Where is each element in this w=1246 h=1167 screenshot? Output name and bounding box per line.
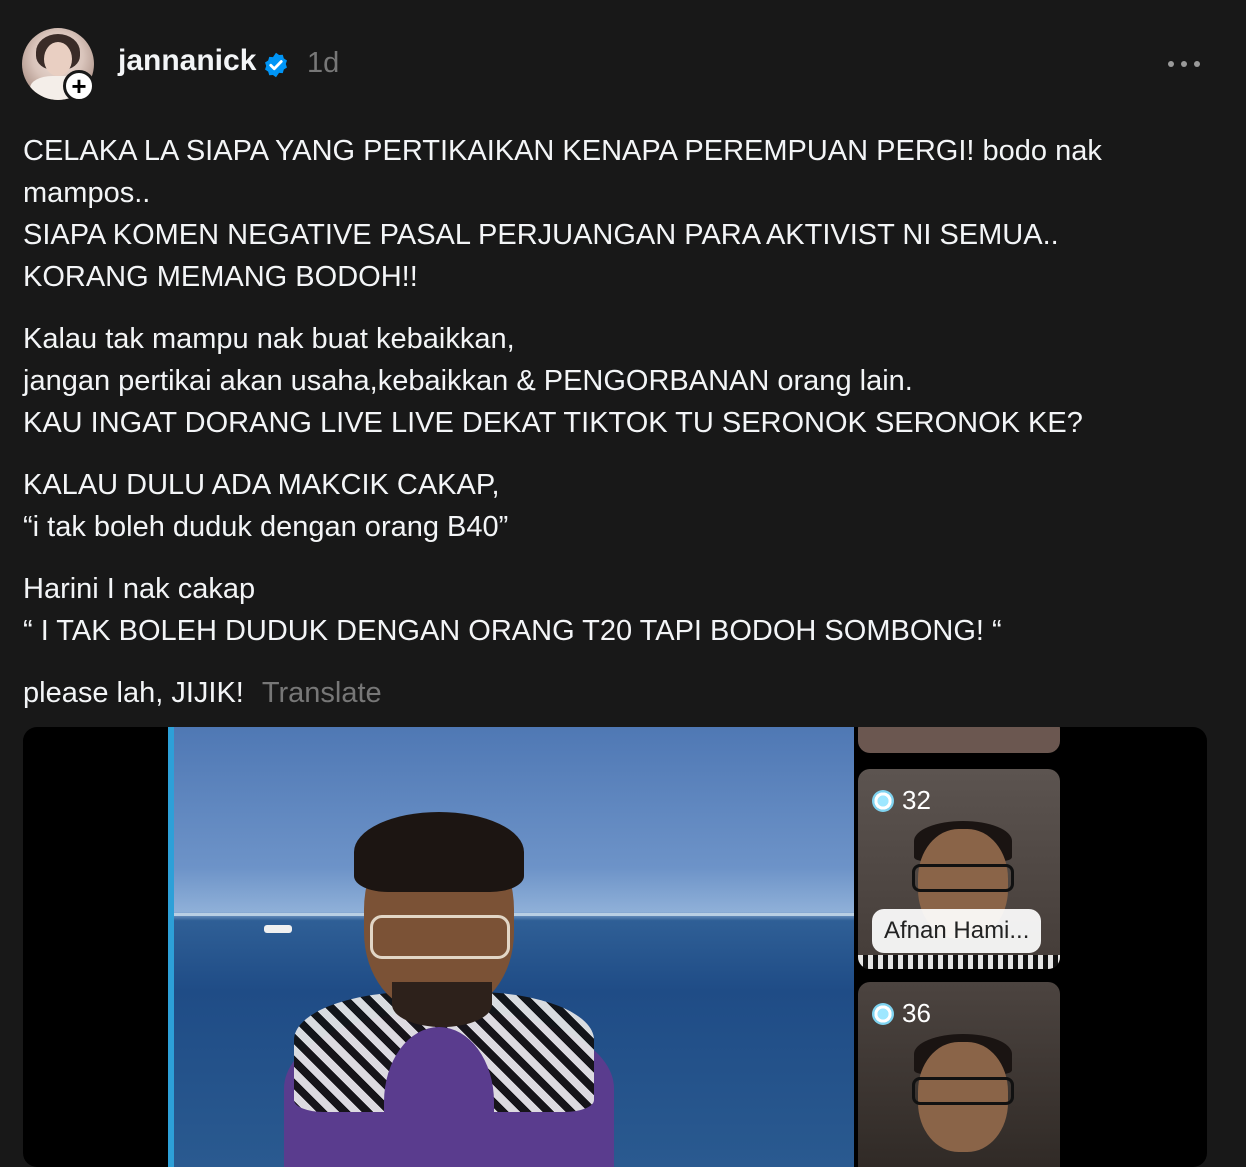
participant-rank-badge: 36 — [872, 998, 931, 1029]
participant-tile: 32 Afnan Hami... — [858, 769, 1060, 969]
post-timestamp: 1d — [307, 47, 340, 79]
post-video[interactable]: 32 Afnan Hami... 36 — [23, 727, 1207, 1167]
caption-last-line: please lah, JIJIK! — [23, 677, 244, 709]
caption-line: KALAU DULU ADA MAKCIK CAKAP, — [23, 469, 500, 501]
participant-rank-badge: 32 — [872, 785, 931, 816]
rank-count: 32 — [902, 785, 931, 815]
participant-glasses — [912, 864, 1014, 892]
participant-name: Afnan Hami... — [872, 909, 1042, 953]
more-options-icon[interactable] — [1168, 52, 1200, 76]
participant-sidebar: 32 Afnan Hami... 36 — [855, 727, 1065, 1167]
caption-line: CELAKA LA SIAPA YANG PERTIKAIKAN KENAPA … — [23, 135, 1102, 167]
video-main-speaker — [168, 727, 854, 1167]
post-caption: CELAKA LA SIAPA YANG PERTIKAIKAN KENAPA … — [23, 130, 1213, 734]
sea-horizon — [174, 913, 854, 916]
speaker-glasses — [370, 915, 510, 959]
caption-line: Harini I nak cakap — [23, 573, 256, 605]
caption-line: KAU INGAT DORANG LIVE LIVE DEKAT TIKTOK … — [23, 407, 1083, 439]
participant-tile — [858, 727, 1060, 753]
caption-paragraph: CELAKA LA SIAPA YANG PERTIKAIKAN KENAPA … — [23, 130, 1213, 298]
translate-link[interactable]: Translate — [262, 677, 382, 709]
tile-pattern — [858, 955, 1060, 969]
caption-paragraph: KALAU DULU ADA MAKCIK CAKAP, “i tak bole… — [23, 464, 1213, 548]
caption-line: jangan pertikai akan usaha,kebaikkan & P… — [23, 365, 913, 397]
caption-line: Kalau tak mampu nak buat kebaikkan, — [23, 323, 515, 355]
speaker-beard — [392, 982, 492, 1027]
username-link[interactable]: jannanick — [118, 44, 256, 78]
follow-plus-icon[interactable]: + — [63, 70, 95, 102]
participant-glasses — [912, 1077, 1014, 1105]
gem-icon — [872, 789, 894, 812]
caption-paragraph: Harini I nak cakap “ I TAK BOLEH DUDUK D… — [23, 568, 1213, 652]
distant-boat — [264, 925, 292, 933]
gem-icon — [872, 1002, 894, 1025]
caption-line: mampos.. — [23, 177, 151, 209]
caption-line: SIAPA KOMEN NEGATIVE PASAL PERJUANGAN PA… — [23, 219, 1059, 251]
avatar-face — [44, 42, 72, 76]
caption-paragraph: Kalau tak mampu nak buat kebaikkan, jang… — [23, 318, 1213, 444]
caption-line: “i tak boleh duduk dengan orang B40” — [23, 511, 509, 543]
caption-line: KORANG MEMANG BODOH!! — [23, 261, 418, 293]
verified-badge-icon — [265, 52, 287, 78]
caption-paragraph: please lah, JIJIK! Translate — [23, 672, 1213, 714]
caption-line: “ I TAK BOLEH DUDUK DENGAN ORANG T20 TAP… — [23, 615, 1002, 647]
speaker-hair — [354, 812, 524, 892]
speaker-shirt-front — [384, 1027, 494, 1167]
participant-tile: 36 — [858, 982, 1060, 1167]
rank-count: 36 — [902, 998, 931, 1028]
